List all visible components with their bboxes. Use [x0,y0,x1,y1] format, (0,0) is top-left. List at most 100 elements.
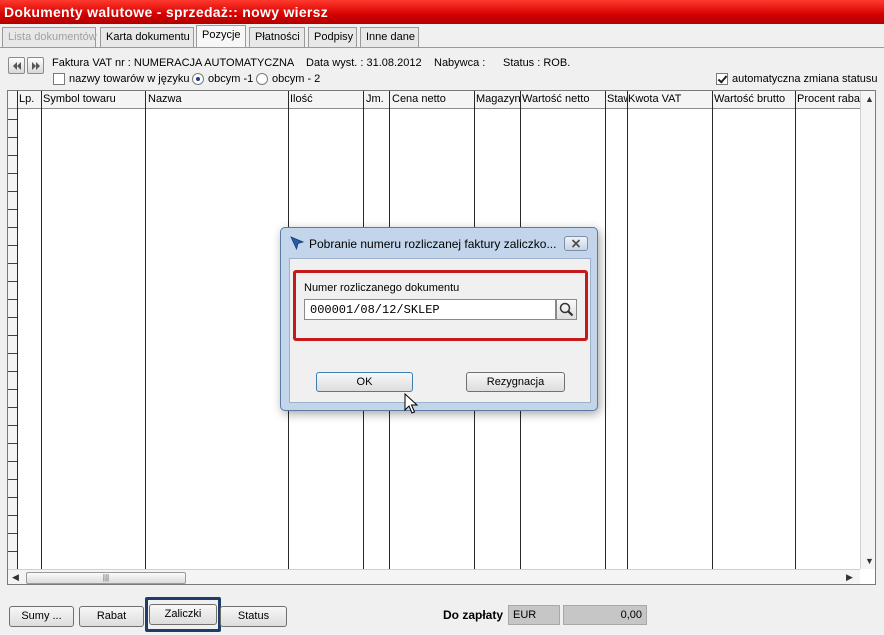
row-tick [8,461,17,462]
row-tick [8,533,17,534]
column-wartosc-brutto[interactable]: Wartość brutto [714,93,796,105]
radio-2-label: obcym - 2 [272,73,321,85]
row-tick [8,137,17,138]
total-label: Do zapłaty [443,608,504,622]
radio-1[interactable] [192,73,204,85]
tab-karta-dokumentu[interactable]: Karta dokumentu [100,27,194,47]
grid-header: Lp. Symbol towaru Nazwa Ilość Jm. Cena n… [8,91,860,109]
row-tick [8,407,17,408]
horizontal-scrollbar[interactable]: ◀ ||| ▶ [8,569,860,584]
grid-line [627,91,628,569]
row-tick [8,389,17,390]
vertical-scrollbar[interactable]: ▲ ▼ [860,91,875,569]
row-tick [8,245,17,246]
column-kwota-vat[interactable]: Kwota VAT [628,93,712,105]
row-tick [8,551,17,552]
dialog-title: Pobranie numeru rozliczanej faktury zali… [309,237,557,251]
radio-2[interactable] [256,73,268,85]
document-number-label: Numer rozliczanego dokumentu [304,282,460,294]
column-lp[interactable]: Lp. [19,93,41,105]
window-title: Dokumenty walutowe - sprzedaż:: nowy wie… [0,0,884,24]
document-number-input[interactable]: 000001/08/12/SKLEP [304,299,556,320]
row-tick [8,497,17,498]
search-button[interactable] [556,299,577,320]
row-tick [8,443,17,444]
row-tick [8,155,17,156]
row-tick [8,209,17,210]
foreign-names-checkbox[interactable] [53,73,65,85]
close-icon [571,239,581,248]
scroll-left-icon[interactable]: ◀ [12,572,19,583]
row-tick [8,299,17,300]
dialog-close-button[interactable] [564,236,588,251]
auto-status-checkbox[interactable] [716,73,728,85]
amount-field: 0,00 [563,605,647,625]
column-jm[interactable]: Jm. [366,93,388,105]
column-symbol[interactable]: Symbol towaru [43,93,143,105]
grid-line [17,91,18,569]
sumy-button[interactable]: Sumy ... [9,606,74,627]
advance-invoice-dialog[interactable]: Pobranie numeru rozliczanej faktury zali… [280,227,598,411]
next-button[interactable] [27,57,44,74]
row-indicator-column [8,109,17,569]
auto-status-option[interactable]: automatyczna zmiana statusu [716,73,878,85]
row-tick [8,191,17,192]
row-tick [8,371,17,372]
status-label: Status : ROB. [503,57,571,69]
mouse-pointer-icon [404,393,418,414]
tab-divider [0,47,884,48]
row-tick [8,173,17,174]
row-tick [8,335,17,336]
foreign-names-option[interactable]: nazwy towarów w języku [53,73,189,85]
invoice-number: Faktura VAT nr : NUMERACJA AUTOMATYCZNA [52,57,295,69]
grid-line [41,91,42,569]
tab-lista-dokumentow[interactable]: Lista dokumentów [2,27,97,47]
scroll-down-icon[interactable]: ▼ [865,556,874,566]
scroll-up-icon[interactable]: ▲ [865,94,874,104]
grid-line [145,91,146,569]
status-button[interactable]: Status [220,606,287,627]
radio-option-1[interactable]: obcym -1 [192,73,253,85]
grid-line [795,91,796,569]
tab-pozycje[interactable]: Pozycje [196,25,246,48]
row-tick [8,425,17,426]
column-magazyn[interactable]: Magazyn [476,93,522,105]
row-tick [8,281,17,282]
rabat-button[interactable]: Rabat [79,606,144,627]
row-tick [8,515,17,516]
row-tick [8,353,17,354]
row-tick [8,119,17,120]
scroll-right-icon[interactable]: ▶ [846,572,853,583]
grid-line [605,91,606,569]
column-wartosc-netto[interactable]: Wartość netto [522,93,606,105]
ok-button[interactable]: OK [316,372,413,392]
issue-date: Data wyst. : 31.08.2012 [306,57,422,69]
column-nazwa[interactable]: Nazwa [148,93,286,105]
column-cena-netto[interactable]: Cena netto [392,93,474,105]
grid-line [712,91,713,569]
buyer-label: Nabywca : [434,57,486,69]
row-tick [8,479,17,480]
previous-button[interactable] [8,57,25,74]
double-right-arrow-icon [32,62,40,70]
cursor-arrow-icon [290,236,305,251]
tab-platnosci[interactable]: Płatności [249,27,305,47]
column-procent-rabatu[interactable]: Procent raba [797,93,860,105]
tab-podpisy[interactable]: Podpisy [308,27,357,47]
search-icon [559,302,574,317]
zaliczki-button[interactable]: Zaliczki [149,604,217,625]
row-tick [8,227,17,228]
currency-field: EUR [508,605,560,625]
foreign-names-label: nazwy towarów w języku [69,73,190,85]
radio-1-label: obcym -1 [208,73,254,85]
row-tick [8,317,17,318]
double-left-arrow-icon [13,62,21,70]
column-stawka[interactable]: Staw [607,93,628,105]
auto-status-label: automatyczna zmiana statusu [732,73,878,85]
tab-inne-dane[interactable]: Inne dane [360,27,419,47]
cancel-button[interactable]: Rezygnacja [466,372,565,392]
horizontal-scroll-thumb[interactable]: ||| [26,572,186,584]
dialog-body: Numer rozliczanego dokumentu 000001/08/1… [289,258,591,403]
radio-option-2[interactable]: obcym - 2 [256,73,320,85]
column-ilosc[interactable]: Ilość [290,93,362,105]
